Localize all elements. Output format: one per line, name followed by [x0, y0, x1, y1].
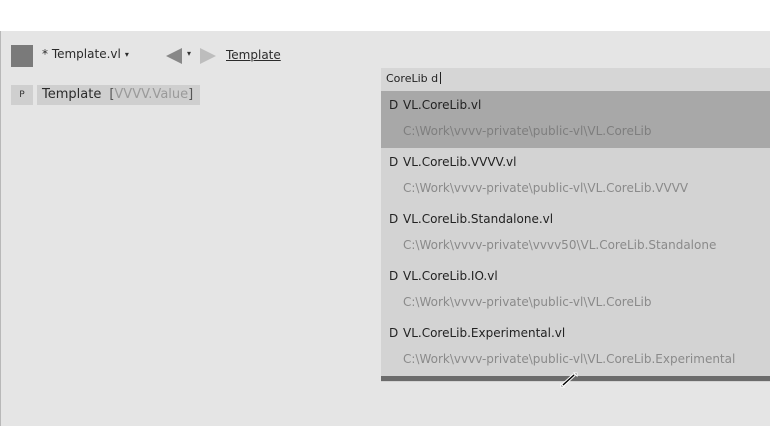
- result-name: VL.CoreLib.Standalone.vl: [403, 212, 554, 226]
- type-bracket-close: ]: [188, 87, 194, 102]
- back-arrow-icon[interactable]: [166, 48, 182, 64]
- pin-name: Template: [42, 87, 102, 102]
- patch-icon[interactable]: [11, 45, 33, 67]
- document-title-dropdown[interactable]: * Template.vl ▾: [42, 47, 129, 61]
- result-path: C:\Work\vvvv-private\public-vl\VL.CoreLi…: [403, 352, 736, 366]
- result-item[interactable]: D VL.CoreLib.vl C:\Work\vvvv-private\pub…: [381, 91, 770, 148]
- result-path: C:\Work\vvvv-private\public-vl\VL.CoreLi…: [403, 181, 689, 195]
- result-path: C:\Work\vvvv-private\public-vl\VL.CoreLi…: [403, 124, 652, 138]
- result-path: C:\Work\vvvv-private\public-vl\VL.CoreLi…: [403, 295, 652, 309]
- history-dropdown-icon[interactable]: ▾: [187, 49, 191, 58]
- window-left-border: [0, 31, 1, 426]
- result-name: VL.CoreLib.vl: [403, 98, 482, 112]
- pin-badge[interactable]: P: [11, 85, 33, 105]
- result-path: C:\Work\vvvv-private\vvvv50\VL.CoreLib.S…: [403, 238, 717, 252]
- resize-cursor-icon[interactable]: [560, 372, 578, 388]
- document-title: * Template.vl: [42, 47, 121, 61]
- result-kind: D: [389, 269, 399, 283]
- text-cursor: [440, 72, 442, 84]
- breadcrumb-link[interactable]: Template: [226, 48, 281, 62]
- result-item[interactable]: D VL.CoreLib.VVVV.vl C:\Work\vvvv-privat…: [381, 148, 770, 205]
- result-name: VL.CoreLib.Experimental.vl: [403, 326, 566, 340]
- result-item[interactable]: D VL.CoreLib.IO.vl C:\Work\vvvv-private\…: [381, 262, 770, 319]
- result-kind: D: [389, 155, 399, 169]
- pin-node[interactable]: Template [VVVV.Value]: [37, 85, 200, 105]
- result-name: VL.CoreLib.VVVV.vl: [403, 155, 517, 169]
- window-top-bar: [0, 0, 770, 31]
- result-item[interactable]: D VL.CoreLib.Standalone.vl C:\Work\vvvv-…: [381, 205, 770, 262]
- forward-arrow-icon[interactable]: [200, 48, 216, 64]
- node-browser-popup: CoreLib d D VL.CoreLib.vl C:\Work\vvvv-p…: [381, 68, 770, 382]
- result-item[interactable]: D VL.CoreLib.Experimental.vl C:\Work\vvv…: [381, 319, 770, 376]
- search-query: CoreLib d: [386, 72, 439, 85]
- result-name: VL.CoreLib.IO.vl: [403, 269, 498, 283]
- chevron-down-icon: ▾: [124, 50, 129, 59]
- result-kind: D: [389, 98, 399, 112]
- search-field[interactable]: CoreLib d: [381, 68, 770, 91]
- result-kind: D: [389, 212, 399, 226]
- result-kind: D: [389, 326, 399, 340]
- pin-type: VVVV.Value: [114, 87, 189, 102]
